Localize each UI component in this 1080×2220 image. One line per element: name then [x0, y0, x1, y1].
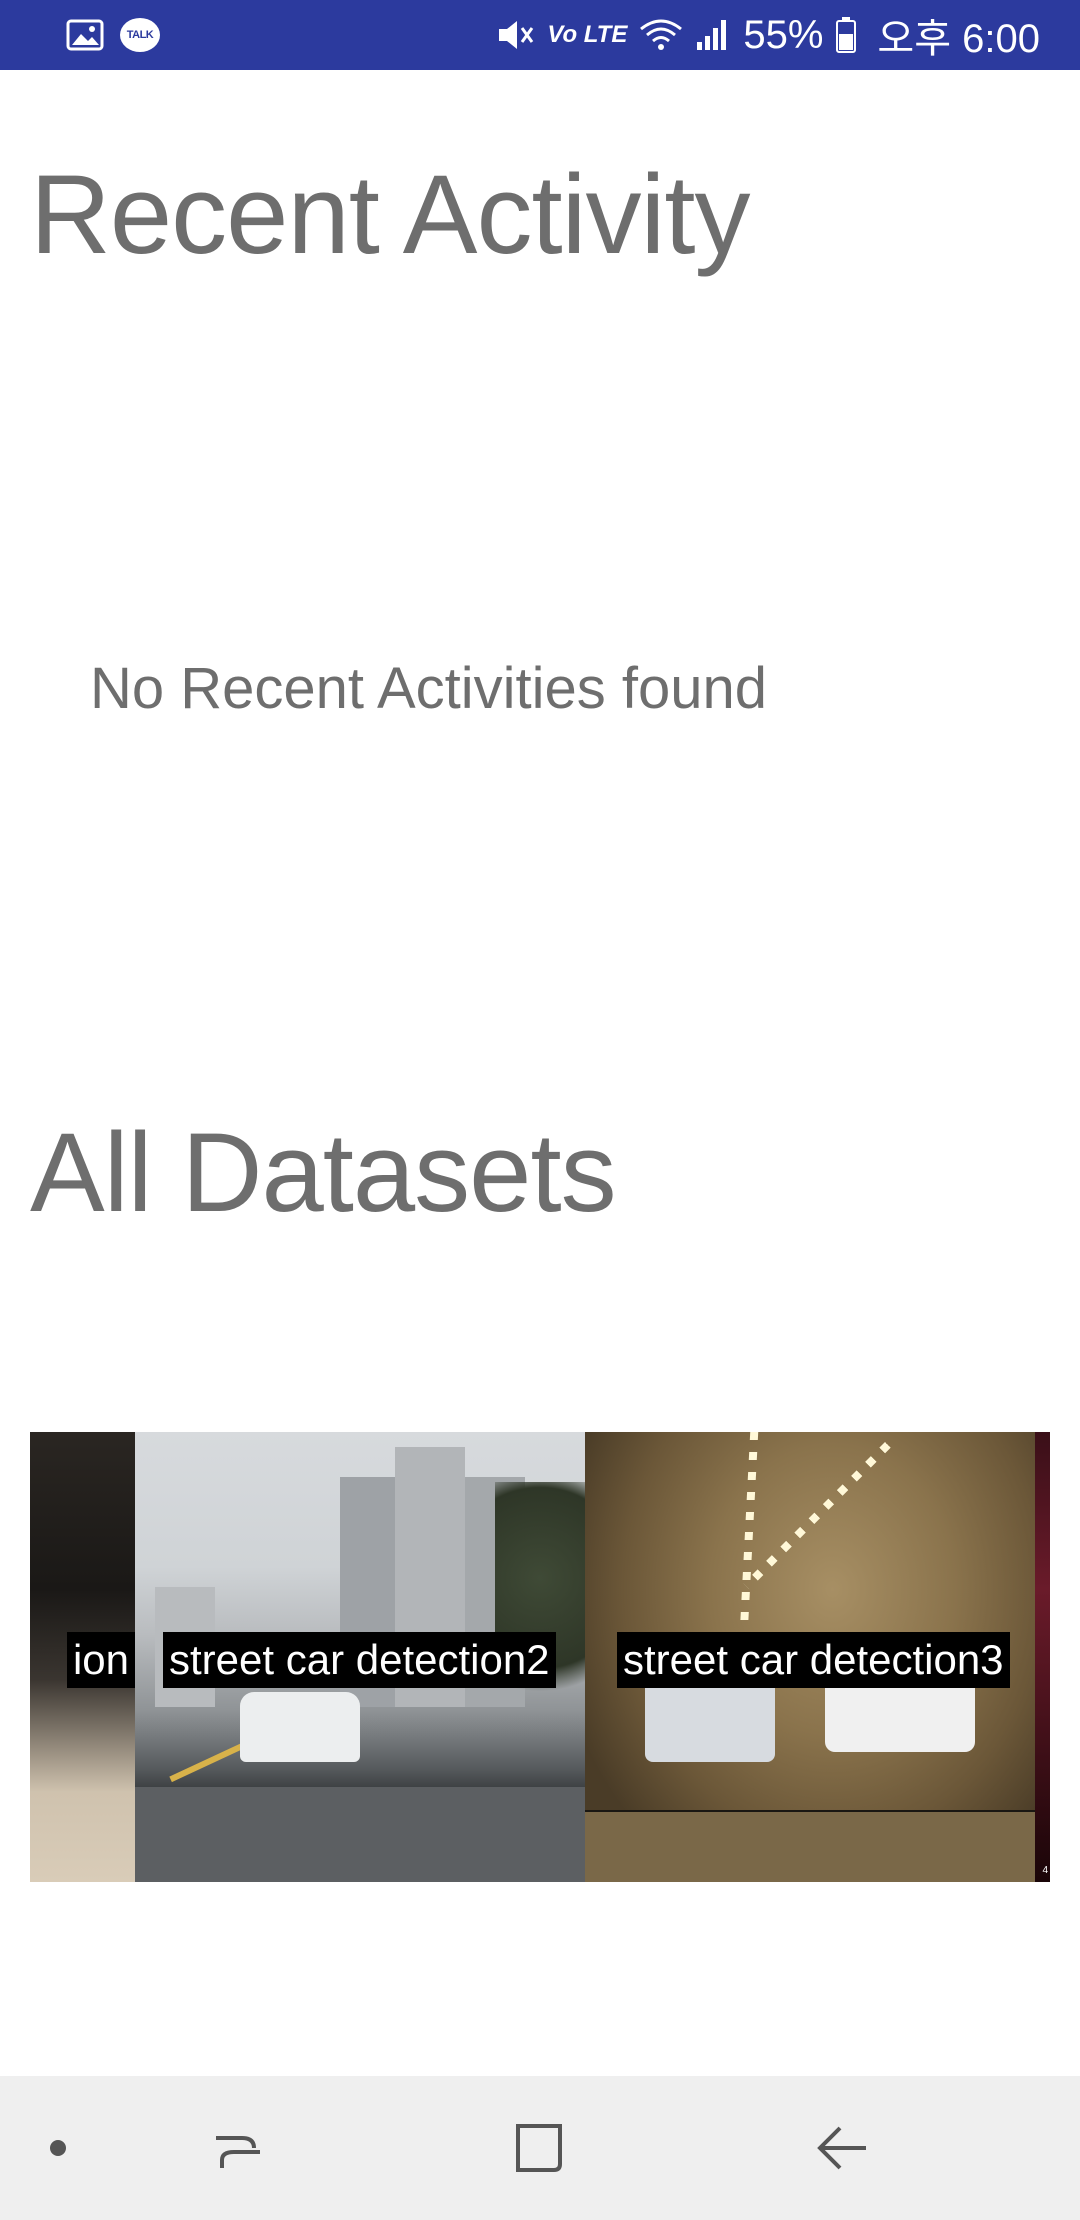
dataset-card[interactable]: 4 — [1035, 1432, 1050, 1882]
dataset-card-caption: ion — [66, 1632, 135, 1688]
battery-icon — [835, 16, 857, 54]
battery-percent: 55% — [743, 12, 824, 57]
dataset-thumbnail-dashboard — [585, 1812, 1035, 1882]
back-icon[interactable] — [810, 2116, 874, 2180]
no-recent-activities-message: No Recent Activities found — [90, 656, 768, 721]
status-bar: TALK Vo LTE 55% 오후 6:00 — [0, 0, 1080, 70]
dataset-thumbnail-car — [240, 1692, 360, 1762]
recent-activity-title: Recent Activity — [30, 152, 751, 277]
status-bar-right: Vo LTE 55% 오후 6:00 — [495, 6, 1040, 64]
dataset-thumbnail-tunnel-lights — [739, 1432, 759, 1632]
dataset-thumbnail-tunnel-lights — [743, 1442, 891, 1590]
mute-icon — [495, 17, 535, 53]
dataset-thumbnail-dashboard — [135, 1787, 585, 1882]
datasets-carousel[interactable]: ion street car detection2 street car det… — [30, 1432, 1050, 1882]
signal-icon — [695, 18, 731, 52]
dataset-card-caption: street car detection2 — [163, 1632, 556, 1688]
volte-icon: Vo LTE — [547, 21, 628, 48]
dataset-card[interactable]: ion — [30, 1432, 135, 1882]
home-icon[interactable] — [508, 2116, 572, 2180]
dataset-card-caption: street car detection3 — [617, 1632, 1010, 1688]
navigation-bar — [0, 2076, 1080, 2220]
clock: 오후 6:00 — [877, 17, 1040, 61]
dataset-card-caption: 4 — [1042, 1865, 1048, 1876]
status-bar-left: TALK — [66, 18, 160, 52]
wifi-icon — [639, 17, 683, 53]
dataset-card[interactable]: street car detection2 — [135, 1432, 585, 1882]
all-datasets-title: All Datasets — [30, 1110, 617, 1235]
dot-icon[interactable] — [26, 2116, 90, 2180]
kakaotalk-icon: TALK — [120, 18, 160, 52]
dataset-card[interactable]: street car detection3 — [585, 1432, 1035, 1882]
gallery-icon — [66, 19, 104, 51]
recents-icon[interactable] — [206, 2116, 270, 2180]
